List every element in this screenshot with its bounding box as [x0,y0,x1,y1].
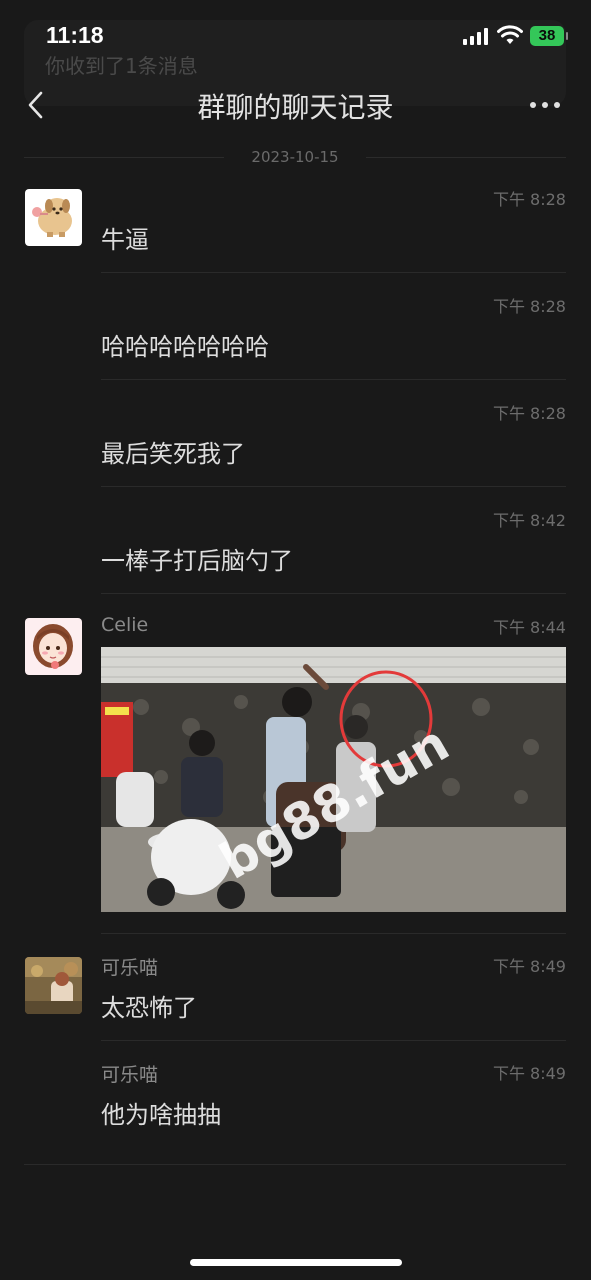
message-item[interactable]: 下午 8:28 哈哈哈哈哈哈哈 [101,293,566,361]
sender-name: Celie [101,614,149,636]
photo-avatar-icon [25,957,82,1014]
message-text: 牛逼 [101,226,149,254]
avatar-kelemiao[interactable] [25,957,82,1014]
divider [101,272,566,273]
message-time: 下午 8:42 [492,511,566,530]
divider [101,486,566,487]
nav-bar: 群聊的聊天记录 [0,76,591,136]
message-text: 哈哈哈哈哈哈哈 [101,333,269,361]
message-item[interactable]: Celie 下午 8:44 [101,614,566,644]
date-divider: 2023-10-15 [24,146,566,168]
girl-avatar-icon [33,624,73,669]
message-text: 一棒子打后脑勺了 [101,547,293,575]
wifi-icon [497,25,523,44]
message-time: 下午 8:49 [492,1064,566,1083]
divider [101,593,566,594]
message-text: 最后笑死我了 [101,440,245,468]
message-photo[interactable]: bg88.fun [101,647,566,912]
message-item[interactable]: 下午 8:28 牛逼 [101,186,566,254]
divider [101,933,566,934]
message-time: 下午 8:28 [492,404,566,423]
avatar-dog[interactable] [25,189,82,246]
dog-avatar-icon [32,198,72,237]
message-item[interactable]: 下午 8:42 一棒子打后脑勺了 [101,507,566,575]
sender-name: 可乐喵 [101,1064,159,1086]
message-time: 下午 8:44 [492,618,566,637]
avatar-celie[interactable] [25,618,82,675]
message-text: 太恐怖了 [101,994,197,1022]
status-time: 11:18 [46,22,104,48]
message-item[interactable]: 下午 8:28 最后笑死我了 [101,400,566,468]
signal-icon [463,28,489,45]
message-item[interactable]: 可乐喵 下午 8:49 太恐怖了 [101,953,566,1023]
message-text: 他为啥抽抽 [101,1101,221,1129]
message-time: 下午 8:28 [492,190,566,209]
message-time: 下午 8:49 [492,957,566,976]
home-indicator[interactable] [190,1259,402,1266]
page-title: 群聊的聊天记录 [197,91,394,124]
more-dots-icon[interactable] [530,96,562,112]
divider [101,1040,566,1041]
message-time: 下午 8:28 [492,297,566,316]
photo-scene: bg88.fun [101,647,566,912]
sender-name: 可乐喵 [101,957,159,979]
message-item[interactable]: 可乐喵 下午 8:49 他为啥抽抽 [101,1060,566,1130]
battery-icon: 38 [530,26,568,46]
status-bar: 11:18 38 [0,0,591,70]
divider [101,379,566,380]
divider [24,1164,566,1165]
